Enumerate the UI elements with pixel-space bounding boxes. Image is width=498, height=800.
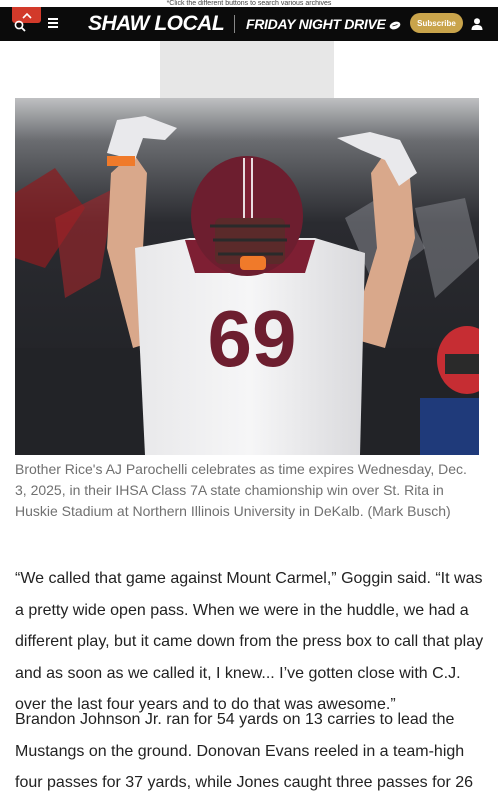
subscribe-button[interactable]: Subscribe [410,13,463,33]
search-icon[interactable] [14,20,26,32]
account-icon[interactable] [470,17,484,31]
article-photo[interactable]: 69 [15,98,479,455]
advertisement-slot [160,41,334,98]
hamburger-menu-icon[interactable] [48,18,58,28]
site-header: SHAW LOCAL FRIDAY NIGHT DRIVE Subscribe [0,7,498,41]
football-icon [389,21,401,30]
article-paragraph: “We called that game against Mount Carme… [15,570,484,713]
article-paragraph: Brandon Johnson Jr. ran for 54 yards on … [15,711,474,791]
logo-divider [234,15,235,33]
chevron-up-icon [21,12,32,19]
jersey-number: 69 [208,294,297,383]
shaw-local-logo[interactable]: SHAW LOCAL [88,11,225,37]
archive-search-hint: *Click the different buttons to search v… [0,0,498,7]
friday-night-drive-label: FRIDAY NIGHT DRIVE [246,16,386,32]
friday-night-drive-logo[interactable]: FRIDAY NIGHT DRIVE [246,16,401,32]
photo-caption: Brother Rice's AJ Parochelli celebrates … [15,461,467,519]
football-player-photo: 69 [15,98,479,455]
